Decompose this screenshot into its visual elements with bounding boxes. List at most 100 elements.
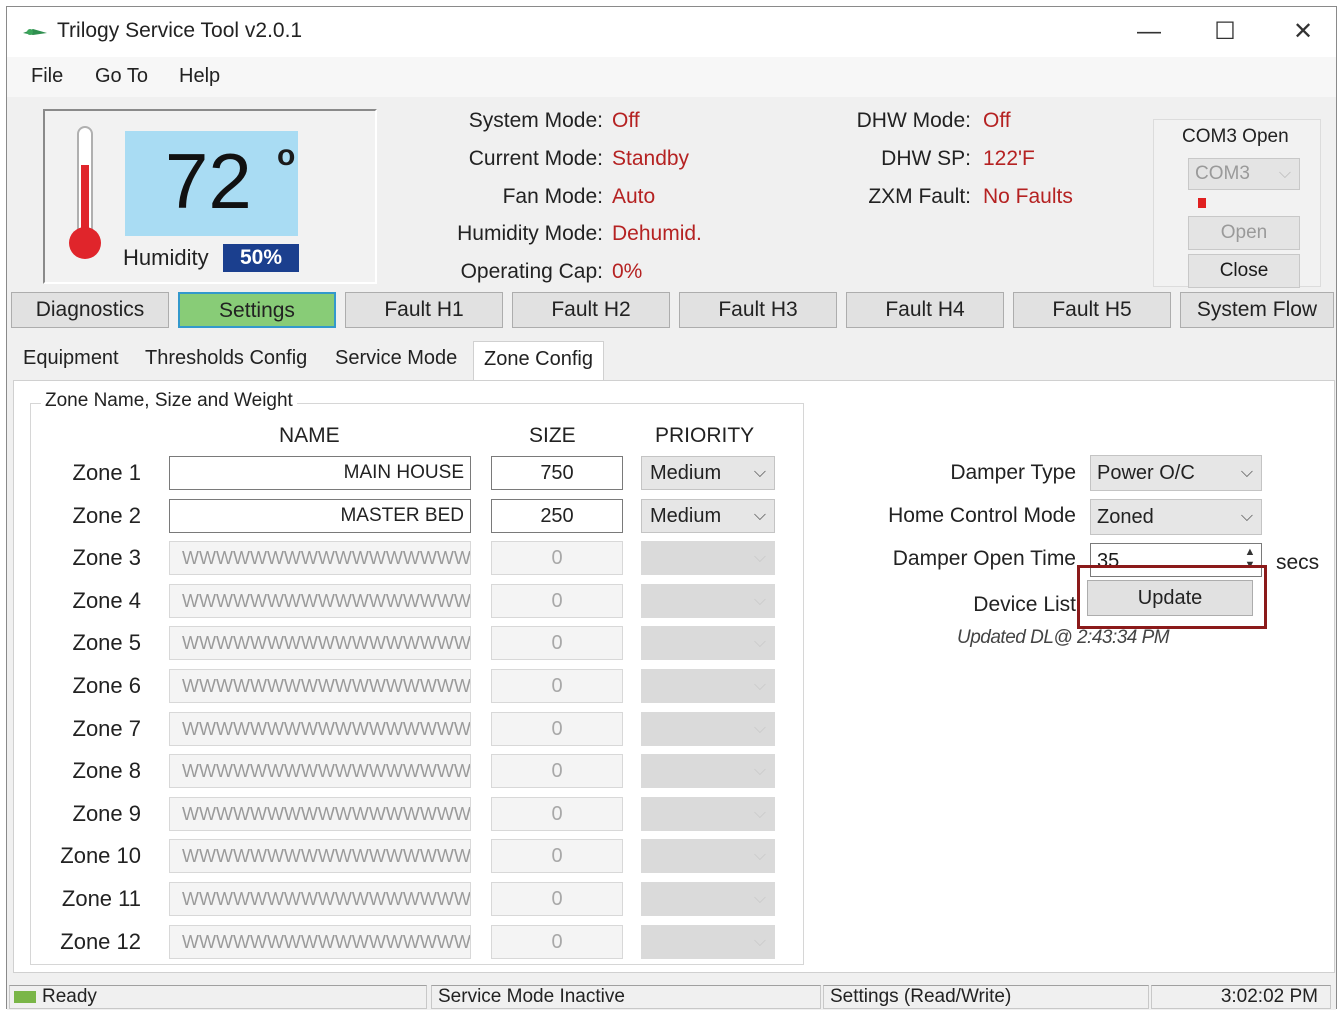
zone-name-field[interactable]: WWWWWWWWWWWWWWWWWWWWWW xyxy=(169,584,471,618)
tab-fault-h5[interactable]: Fault H5 xyxy=(1013,292,1171,328)
zone-size-field[interactable]: 0 xyxy=(491,882,623,916)
tab-fault-h1[interactable]: Fault H1 xyxy=(345,292,503,328)
chevron-down-icon: ⌵ xyxy=(753,592,766,609)
chevron-down-icon: ⌵ xyxy=(753,720,766,737)
zone-size-field[interactable]: 0 xyxy=(491,584,623,618)
status-time: 3:02:02 PM xyxy=(1151,985,1331,1009)
sub-tab-bar: Equipment Thresholds Config Service Mode… xyxy=(13,341,613,381)
current-mode-value: Standby xyxy=(612,147,690,170)
zone-name-field[interactable]: WWWWWWWWWWWWWWWWWWWWWW xyxy=(169,797,471,831)
menu-goto[interactable]: Go To xyxy=(95,65,148,88)
zone-label: Zone 5 xyxy=(72,630,142,655)
zone-priority-select[interactable]: Medium ⌵ xyxy=(641,456,775,490)
app-window: Trilogy Service Tool v2.0.1 — ☐ ✕ File G… xyxy=(6,6,1337,1010)
com-open-button[interactable]: Open xyxy=(1188,216,1300,250)
zone-priority-select[interactable]: ⌵ xyxy=(641,584,775,618)
status-bar: Ready Service Mode Inactive Settings (Re… xyxy=(7,983,1336,1010)
zone-name-field[interactable]: WWWWWWWWWWWWWWWWWWWWWW xyxy=(169,839,471,873)
com-status-label: COM3 Open xyxy=(1182,126,1289,147)
zone-name-field[interactable]: MAIN HOUSE xyxy=(169,456,471,490)
zone-priority-select[interactable]: ⌵ xyxy=(641,925,775,959)
humidity-label: Humidity xyxy=(123,245,209,270)
zone-priority-select[interactable]: ⌵ xyxy=(641,712,775,746)
zone-size-field[interactable]: 0 xyxy=(491,626,623,660)
tab-fault-h2[interactable]: Fault H2 xyxy=(512,292,670,328)
zxm-fault-row: ZXM Fault: xyxy=(807,185,971,211)
dhw-sp-row: DHW SP: xyxy=(807,147,971,173)
zone-priority-select[interactable]: ⌵ xyxy=(641,839,775,873)
zone-size-field[interactable]: 750 xyxy=(491,456,623,490)
zone-name-field[interactable]: WWWWWWWWWWWWWWWWWWWWWW xyxy=(169,754,471,788)
zone-name-field[interactable]: WWWWWWWWWWWWWWWWWWWWWW xyxy=(169,925,471,959)
tab-settings[interactable]: Settings xyxy=(178,292,336,328)
subtab-service-mode[interactable]: Service Mode xyxy=(335,347,457,370)
chevron-down-icon: ⌵ xyxy=(753,634,766,651)
minimize-button[interactable]: — xyxy=(1119,15,1179,49)
zone-group: Zone Name, Size and Weight NAME SIZE PRI… xyxy=(30,390,804,965)
zone-label: Zone 3 xyxy=(72,545,142,570)
home-control-mode-select[interactable]: Zoned ⌵ xyxy=(1090,499,1262,535)
close-window-button[interactable]: ✕ xyxy=(1273,15,1333,49)
home-control-mode-label: Home Control Mode xyxy=(888,504,1076,527)
zone-size-field[interactable]: 0 xyxy=(491,541,623,575)
humidity-value: 50% xyxy=(223,244,299,272)
com-port-select[interactable]: COM3 ⌵ xyxy=(1188,158,1300,190)
zxm-fault-value: No Faults xyxy=(983,185,1073,208)
damper-type-label: Damper Type xyxy=(950,461,1076,484)
zone-size-field[interactable]: 0 xyxy=(491,839,623,873)
zone-priority-select[interactable]: ⌵ xyxy=(641,754,775,788)
damper-type-select[interactable]: Power O/C ⌵ xyxy=(1090,455,1262,491)
zone-size-field[interactable]: 0 xyxy=(491,797,623,831)
zone-size-field[interactable]: 0 xyxy=(491,669,623,703)
title-bar: Trilogy Service Tool v2.0.1 — ☐ ✕ xyxy=(7,7,1336,57)
subtab-thresholds-config[interactable]: Thresholds Config xyxy=(145,347,307,370)
humidity-mode-value: Dehumid. xyxy=(612,222,702,245)
subtab-equipment[interactable]: Equipment xyxy=(23,347,119,370)
zone-priority-select[interactable]: ⌵ xyxy=(641,797,775,831)
zone-label: Zone 1 xyxy=(72,460,142,485)
zone-priority-value: Medium xyxy=(650,505,722,527)
com-close-button[interactable]: Close xyxy=(1188,254,1300,288)
zone-size-field[interactable]: 0 xyxy=(491,712,623,746)
zone-name-field[interactable]: MASTER BED xyxy=(169,499,471,533)
zone-priority-select[interactable]: ⌵ xyxy=(641,882,775,916)
zone-name-field[interactable]: WWWWWWWWWWWWWWWWWWWWWW xyxy=(169,541,471,575)
tab-fault-h4[interactable]: Fault H4 xyxy=(846,292,1004,328)
menu-file[interactable]: File xyxy=(31,65,63,88)
dhw-mode-row: DHW Mode: xyxy=(807,109,971,135)
maximize-button[interactable]: ☐ xyxy=(1195,15,1255,49)
zone-name-field[interactable]: WWWWWWWWWWWWWWWWWWWWWW xyxy=(169,626,471,660)
zone-priority-select[interactable]: ⌵ xyxy=(641,669,775,703)
zone-name-field[interactable]: WWWWWWWWWWWWWWWWWWWWWW xyxy=(169,712,471,746)
zone-priority-select[interactable]: ⌵ xyxy=(641,541,775,575)
tab-diagnostics[interactable]: Diagnostics xyxy=(11,292,169,328)
zone-name-field[interactable]: WWWWWWWWWWWWWWWWWWWWWW xyxy=(169,882,471,916)
chevron-down-icon: ⌵ xyxy=(753,847,766,864)
ready-indicator-icon xyxy=(14,990,36,1003)
status-service-mode: Service Mode Inactive xyxy=(431,985,821,1009)
zone-name-field[interactable]: WWWWWWWWWWWWWWWWWWWWWW xyxy=(169,669,471,703)
temperature-value: 72 xyxy=(165,137,252,225)
dhw-sp-value: 122'F xyxy=(983,147,1035,170)
chevron-down-icon: ⌵ xyxy=(753,464,766,481)
column-header-size: SIZE xyxy=(529,424,576,447)
zone-label: Zone 4 xyxy=(72,588,142,613)
zone-priority-select[interactable]: Medium ⌵ xyxy=(641,499,775,533)
menu-help[interactable]: Help xyxy=(179,65,220,88)
subtab-zone-config[interactable]: Zone Config xyxy=(473,341,604,381)
zone-size-field[interactable]: 0 xyxy=(491,925,623,959)
fan-mode-value: Auto xyxy=(612,185,656,208)
fan-mode-label: Fan Mode: xyxy=(502,185,603,208)
system-mode-value: Off xyxy=(612,109,640,132)
zone-priority-select[interactable]: ⌵ xyxy=(641,626,775,660)
zone-label: Zone 10 xyxy=(60,843,141,868)
tab-fault-h3[interactable]: Fault H3 xyxy=(679,292,837,328)
device-list-updated-note: Updated DL@ 2:43:34 PM xyxy=(957,627,1170,648)
chevron-down-icon: ⌵ xyxy=(753,933,766,950)
update-device-list-button[interactable]: Update xyxy=(1087,580,1253,616)
zone-size-field[interactable]: 250 xyxy=(491,499,623,533)
chevron-down-icon: ⌵ xyxy=(753,890,766,907)
tab-system-flow[interactable]: System Flow xyxy=(1180,292,1334,328)
zxm-fault-label: ZXM Fault: xyxy=(868,185,971,208)
zone-size-field[interactable]: 0 xyxy=(491,754,623,788)
